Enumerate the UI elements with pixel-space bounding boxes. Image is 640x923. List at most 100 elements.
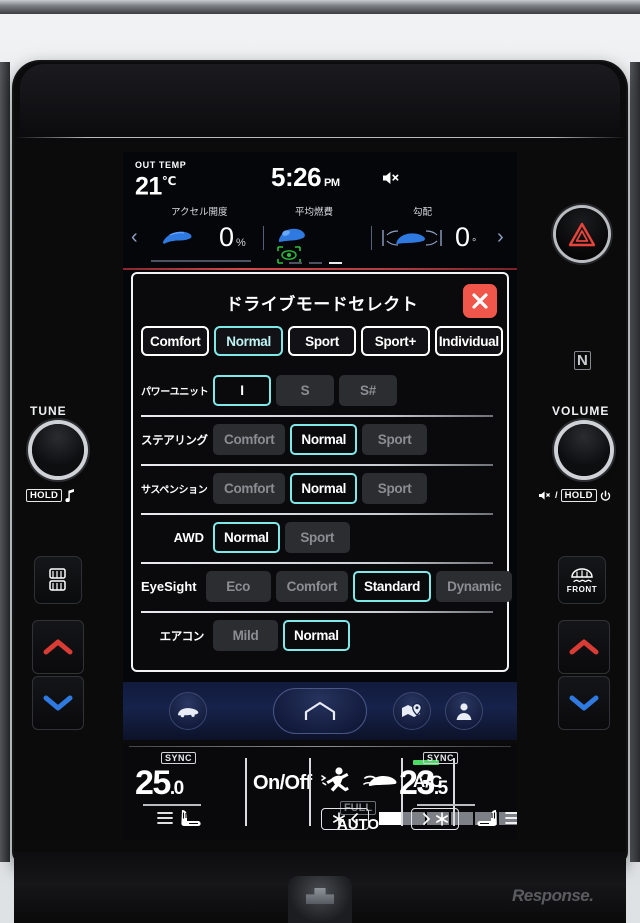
driver-temperature[interactable]: 25.0 bbox=[135, 766, 184, 806]
setting-row: AWD Normal Sport bbox=[141, 513, 503, 562]
prev-page-arrow[interactable]: ‹ bbox=[131, 226, 138, 249]
drive-mode-button[interactable]: Individual bbox=[434, 326, 504, 356]
setting-row-label: パワーユニット bbox=[141, 387, 209, 398]
close-button[interactable] bbox=[463, 284, 497, 318]
dash-top-trim bbox=[0, 0, 640, 14]
defrost-airflow-icon[interactable] bbox=[363, 770, 401, 797]
next-page-arrow[interactable]: › bbox=[497, 226, 504, 249]
rear-defogger-button[interactable] bbox=[34, 556, 82, 604]
fan-decrease-button[interactable] bbox=[321, 808, 369, 830]
dock-item-vehicle[interactable] bbox=[169, 692, 207, 730]
page-dot-active[interactable] bbox=[329, 262, 342, 264]
setting-option[interactable]: Standard bbox=[353, 571, 432, 602]
setting-option[interactable]: Normal bbox=[290, 424, 358, 455]
front-label: FRONT bbox=[566, 585, 598, 594]
drive-mode-button[interactable]: Sport+ bbox=[361, 326, 430, 356]
setting-option[interactable]: Sport bbox=[284, 522, 350, 553]
setting-option[interactable]: Sport bbox=[362, 424, 428, 455]
setting-option-group: Comfort Normal Sport bbox=[213, 424, 428, 455]
rear-defogger-icon bbox=[49, 568, 66, 591]
clock-time: 5:26 bbox=[271, 162, 322, 192]
climate-control-bar[interactable]: SYNC 25.0 On/Off FULL AUTO A/C SYNC 23.5 bbox=[123, 744, 517, 840]
front-defroster-button[interactable]: FRONT bbox=[558, 556, 606, 604]
nfc-logo: N bbox=[574, 351, 591, 370]
passenger-seat-controls[interactable] bbox=[475, 808, 517, 828]
climate-divider-2 bbox=[309, 758, 311, 826]
music-note-icon bbox=[65, 489, 75, 502]
tune-knob-label: TUNE bbox=[30, 404, 67, 418]
driver-temp-up-button[interactable] bbox=[32, 620, 84, 674]
dock-item-navigation[interactable] bbox=[393, 692, 431, 730]
gauge-caption-incline: 勾配 bbox=[413, 207, 433, 218]
setting-row: パワーユニット I S S# bbox=[141, 366, 503, 415]
volume-knob[interactable] bbox=[558, 424, 610, 476]
passenger-temp-underline bbox=[417, 804, 475, 806]
info-divider-2 bbox=[371, 226, 372, 250]
setting-option[interactable]: Normal bbox=[213, 522, 280, 553]
setting-option-group: Mild Normal bbox=[213, 620, 350, 651]
chevron-right-icon bbox=[422, 813, 430, 825]
out-temp-value: 21℃ bbox=[135, 172, 176, 201]
snowflake-icon bbox=[435, 812, 448, 826]
passenger-temp-up-button[interactable] bbox=[558, 620, 610, 674]
speaker-mute-icon[interactable] bbox=[381, 170, 401, 186]
fan-increase-button[interactable] bbox=[411, 808, 459, 830]
hold-music-label[interactable]: HOLD bbox=[26, 489, 75, 502]
setting-row-label: エアコン bbox=[159, 630, 205, 643]
setting-option[interactable]: I bbox=[213, 375, 271, 406]
setting-option[interactable]: Comfort bbox=[213, 424, 286, 455]
level-bars-icon bbox=[505, 812, 517, 824]
incline-car-icon bbox=[381, 226, 443, 255]
driver-seat-controls[interactable] bbox=[157, 808, 203, 828]
infotainment-screen[interactable]: OUT TEMP 21℃ 5:26PM ‹ › アクセル開度 平均燃費 勾配 bbox=[123, 152, 517, 740]
mute-hold-power-label[interactable]: / HOLD bbox=[538, 489, 611, 502]
setting-option[interactable]: S bbox=[276, 375, 334, 406]
seat-airflow-icon[interactable] bbox=[319, 766, 355, 801]
temp-up-arrow-icon bbox=[569, 639, 599, 655]
drive-mode-button[interactable]: Sport bbox=[287, 326, 357, 356]
car-interior-photo: OUT TEMP 21℃ 5:26PM ‹ › アクセル開度 平均燃費 勾配 bbox=[0, 0, 640, 923]
passenger-temp-down-button[interactable] bbox=[558, 676, 610, 730]
page-dot[interactable] bbox=[289, 262, 302, 264]
dock-item-home[interactable] bbox=[273, 688, 367, 734]
dock-item-profile[interactable] bbox=[445, 692, 483, 730]
setting-option[interactable]: Mild bbox=[213, 620, 278, 651]
gauge-caption-accel: アクセル開度 bbox=[171, 207, 228, 218]
setting-option[interactable]: Normal bbox=[290, 473, 358, 504]
setting-option[interactable]: Eco bbox=[205, 571, 271, 602]
tune-knob[interactable] bbox=[32, 424, 84, 476]
passenger-sync-badge[interactable]: SYNC bbox=[423, 752, 459, 764]
setting-option[interactable]: Comfort bbox=[275, 571, 349, 602]
front-defroster-icon bbox=[571, 568, 593, 583]
console-control-knob[interactable] bbox=[288, 876, 352, 923]
drive-mode-select-dialog: ドライブモードセレクト Comfort Normal Sport Sport+ Indi… bbox=[131, 272, 513, 672]
setting-option[interactable]: Sport bbox=[362, 473, 428, 504]
page-dot[interactable] bbox=[309, 262, 322, 264]
page-indicator[interactable] bbox=[289, 262, 342, 264]
climate-onoff-button[interactable]: On/Off bbox=[253, 772, 312, 795]
dialog-title: ドライブモードセレクト bbox=[225, 295, 419, 314]
drive-mode-button[interactable]: Normal bbox=[214, 326, 283, 356]
setting-option[interactable]: Normal bbox=[283, 620, 350, 651]
climate-divider-4 bbox=[453, 758, 455, 826]
accel-unit: % bbox=[236, 237, 246, 249]
driver-temp-down-button[interactable] bbox=[32, 676, 84, 730]
hazard-lights-button[interactable] bbox=[556, 208, 608, 260]
fan-step[interactable] bbox=[379, 812, 401, 825]
driver-sync-badge[interactable]: SYNC bbox=[161, 752, 197, 764]
climate-divider-1 bbox=[245, 758, 247, 826]
temp-up-arrow-icon bbox=[43, 639, 73, 655]
accel-value: 0% bbox=[219, 222, 246, 252]
setting-option[interactable]: Comfort bbox=[213, 473, 286, 504]
driver-temp-underline bbox=[143, 804, 201, 806]
eyesight-green-icon bbox=[277, 246, 301, 269]
drive-mode-button-bar[interactable]: Comfort Normal Sport Sport+ Individual bbox=[141, 326, 504, 356]
passenger-temperature[interactable]: 23.5 bbox=[399, 766, 448, 806]
level-bars-icon bbox=[157, 812, 173, 824]
speaker-mute-icon bbox=[539, 491, 551, 500]
setting-option[interactable]: S# bbox=[339, 375, 397, 406]
drive-mode-button[interactable]: Comfort bbox=[141, 326, 210, 356]
setting-option[interactable]: Dynamic bbox=[436, 571, 513, 602]
vehicle-info-strip[interactable]: ‹ › アクセル開度 平均燃費 勾配 0% 0 ° bbox=[123, 204, 517, 266]
app-dock[interactable] bbox=[123, 682, 517, 740]
